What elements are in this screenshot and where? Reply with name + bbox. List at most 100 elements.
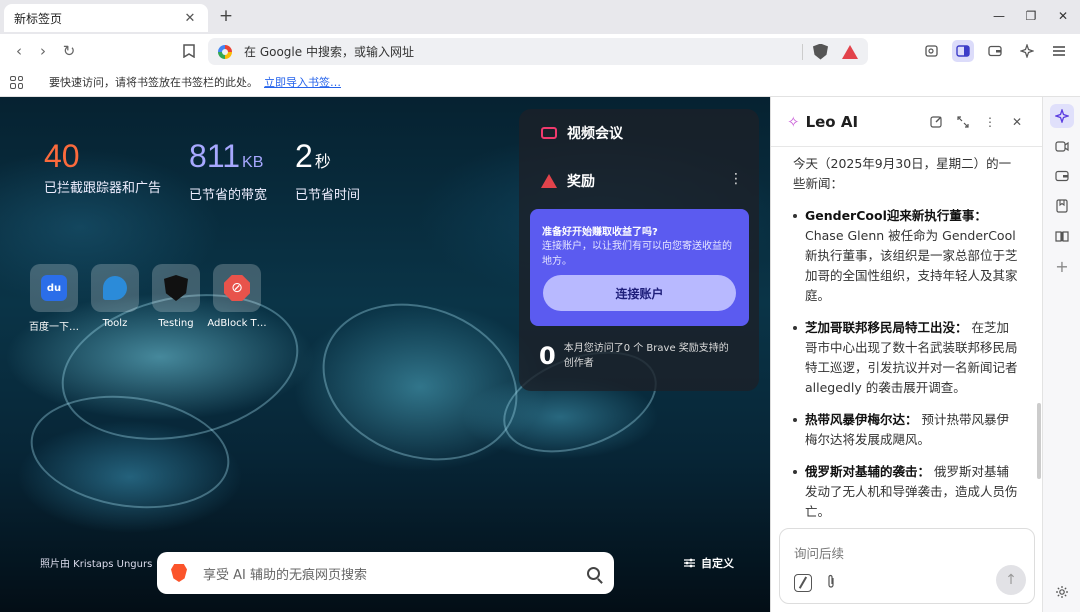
top-site-name: 百度一下… bbox=[29, 322, 79, 333]
more-options-icon[interactable]: ⋮ bbox=[729, 171, 743, 187]
top-site-testing[interactable]: Testing bbox=[152, 264, 200, 333]
tab-strip: 新标签页 ✕ + — ❐ ✕ bbox=[0, 0, 1080, 34]
bookmarks-hint: 要快速访问，请将书签放在书签栏的此处。 bbox=[49, 76, 258, 89]
sliders-icon bbox=[684, 558, 695, 568]
apps-grid-icon[interactable] bbox=[10, 75, 23, 89]
tab-title: 新标签页 bbox=[14, 11, 63, 26]
stat-bandwidth-label: 已节省的带宽 bbox=[189, 188, 268, 203]
list-item: 俄罗斯对基辅的袭击： 俄罗斯对基辅发动了无人机和导弹袭击，造成人员伤亡。 bbox=[793, 462, 1019, 522]
video-call-widget[interactable]: 视频会议 bbox=[541, 123, 623, 143]
stat-trackers-value: 40 bbox=[44, 138, 80, 174]
google-icon bbox=[218, 44, 232, 59]
sidebar-toggle-icon[interactable] bbox=[952, 40, 974, 62]
scrollbar[interactable] bbox=[1037, 403, 1041, 479]
sidebar-video-icon[interactable] bbox=[1050, 134, 1074, 158]
tab-search-icon[interactable] bbox=[920, 40, 942, 62]
brave-shields-icon[interactable] bbox=[813, 43, 828, 60]
send-button[interactable]: ↑ bbox=[996, 565, 1026, 595]
video-camera-icon bbox=[541, 127, 557, 139]
window-controls: — ❐ ✕ bbox=[990, 7, 1072, 25]
address-bar[interactable]: 在 Google 中搜索，或输入网址 bbox=[208, 38, 868, 65]
expand-icon[interactable] bbox=[953, 112, 973, 132]
top-site-adblock[interactable]: ⊘ AdBlock T… bbox=[207, 264, 267, 333]
menu-icon[interactable] bbox=[1048, 40, 1070, 62]
rewards-widget-header: 奖励 bbox=[541, 171, 595, 191]
wallet-icon[interactable] bbox=[984, 40, 1006, 62]
import-bookmarks-link[interactable]: 立即导入书签… bbox=[264, 74, 341, 90]
creators-count-value: 0 bbox=[539, 342, 556, 370]
creators-count: 0 本月您访问了0 个 Brave 奖励支持的创作者 bbox=[539, 341, 734, 371]
more-options-icon[interactable]: ⋮ bbox=[980, 112, 1000, 132]
sidebar-leo-icon[interactable] bbox=[1050, 104, 1074, 128]
news-headline: 俄罗斯对基辅的袭击： bbox=[805, 464, 931, 479]
leo-ai-icon[interactable] bbox=[1016, 40, 1038, 62]
omnibox-separator bbox=[802, 43, 803, 60]
close-icon[interactable]: ✕ bbox=[182, 10, 198, 26]
forward-button[interactable]: › bbox=[32, 40, 54, 62]
close-icon[interactable]: ✕ bbox=[1007, 112, 1027, 132]
sidebar-reading-list-icon[interactable] bbox=[1050, 224, 1074, 248]
leo-conversation: 今天（2025年9月30日，星期二）的一些新闻： GenderCool迎来新执行… bbox=[771, 148, 1043, 526]
top-site-name: Toolz bbox=[102, 318, 128, 329]
top-site-toolz[interactable]: Toolz bbox=[91, 264, 139, 333]
brave-rewards-icon[interactable] bbox=[842, 44, 858, 59]
bookmark-icon[interactable] bbox=[178, 40, 200, 62]
sidebar-bookmarks-icon[interactable] bbox=[1050, 194, 1074, 218]
rewards-card-desc: 连接账户，以让我们有可以向您寄送收益的地方。 bbox=[542, 241, 732, 267]
news-headline: 芝加哥联邦移民局特工出没： bbox=[805, 320, 968, 335]
rewards-triangle-icon bbox=[541, 174, 557, 188]
leo-header: ✧ Leo AI ⋮ ✕ bbox=[771, 97, 1043, 147]
reload-button[interactable]: ↻ bbox=[58, 40, 80, 62]
toolz-icon bbox=[103, 276, 127, 300]
search-icon[interactable] bbox=[587, 566, 600, 580]
top-site-name: AdBlock T… bbox=[207, 318, 267, 329]
top-site-name: Testing bbox=[158, 318, 194, 329]
sidebar-wallet-icon[interactable] bbox=[1050, 164, 1074, 188]
sidebar-add-icon[interactable]: + bbox=[1050, 254, 1074, 278]
bookmarks-bar: 要快速访问，请将书签放在书签栏的此处。 立即导入书签… bbox=[0, 68, 1080, 97]
minimize-button[interactable]: — bbox=[990, 7, 1008, 25]
news-headline: 热带风暴伊梅尔达： bbox=[805, 412, 918, 427]
photo-credit[interactable]: 照片由 Kristaps Ungurs bbox=[40, 555, 152, 570]
new-tab-page: 40 已拦截跟踪器和广告 811 KB 已节省的带宽 2秒 已节省时间 du 百度… bbox=[0, 97, 770, 612]
new-tab-button[interactable]: + bbox=[216, 6, 236, 26]
stat-time-unit: 秒 bbox=[314, 154, 331, 171]
shield-icon bbox=[164, 275, 188, 301]
sidebar-settings-icon[interactable] bbox=[1050, 580, 1074, 604]
sidebar-rail: + bbox=[1042, 97, 1080, 612]
background-wave bbox=[300, 277, 540, 487]
stat-time: 2秒 已节省时间 bbox=[295, 137, 360, 203]
close-window-button[interactable]: ✕ bbox=[1054, 7, 1072, 25]
slash-command-icon[interactable] bbox=[794, 574, 812, 592]
back-button[interactable]: ‹ bbox=[8, 40, 30, 62]
ntp-search-box[interactable]: 享受 AI 辅助的无痕网页搜索 bbox=[157, 552, 614, 594]
stat-bandwidth: 811 KB 已节省的带宽 bbox=[189, 137, 267, 203]
stat-time-value: 2 bbox=[295, 138, 313, 174]
leo-input[interactable]: 询问后续 ↑ bbox=[779, 528, 1035, 604]
attach-icon[interactable] bbox=[826, 574, 836, 593]
list-item: 热带风暴伊梅尔达： 预计热带风暴伊梅尔达将发展成飓风。 bbox=[793, 410, 1019, 450]
stat-time-label: 已节省时间 bbox=[295, 188, 361, 203]
leo-panel: ✧ Leo AI ⋮ ✕ 今天（2025年9月30日，星期二）的一些新闻： Ge… bbox=[770, 97, 1043, 612]
news-list: GenderCool迎来新执行董事： Chase Glenn 被任命为 Gend… bbox=[793, 206, 1019, 522]
video-call-label: 视频会议 bbox=[567, 126, 623, 142]
address-placeholder: 在 Google 中搜索，或输入网址 bbox=[244, 45, 414, 59]
leo-intro: 今天（2025年9月30日，星期二）的一些新闻： bbox=[793, 156, 1012, 191]
top-sites: du 百度一下… Toolz Testing ⊘ AdBlock T… bbox=[29, 264, 267, 333]
top-site-baidu[interactable]: du 百度一下… bbox=[29, 264, 79, 333]
new-chat-icon[interactable] bbox=[926, 112, 946, 132]
stat-bandwidth-unit: KB bbox=[242, 154, 264, 171]
leo-input-placeholder: 询问后续 bbox=[794, 546, 845, 561]
news-headline: GenderCool迎来新执行董事： bbox=[805, 208, 987, 223]
customize-button[interactable]: 自定义 bbox=[684, 555, 734, 571]
toolbar: ‹ › ↻ 在 Google 中搜索，或输入网址 bbox=[0, 34, 1080, 68]
leo-title: Leo AI bbox=[805, 112, 859, 131]
connect-account-button[interactable]: 连接账户 bbox=[543, 275, 736, 311]
toolbar-right bbox=[920, 40, 1070, 62]
restore-button[interactable]: ❐ bbox=[1022, 7, 1040, 25]
stat-trackers: 40 已拦截跟踪器和广告 bbox=[44, 137, 161, 203]
customize-label: 自定义 bbox=[701, 557, 734, 570]
news-body: Chase Glenn 被任命为 GenderCool 新执行董事，该组织是一家… bbox=[805, 228, 1018, 303]
ntp-search-placeholder: 享受 AI 辅助的无痕网页搜索 bbox=[203, 567, 367, 583]
tab-new-tab[interactable]: 新标签页 ✕ bbox=[4, 4, 208, 32]
